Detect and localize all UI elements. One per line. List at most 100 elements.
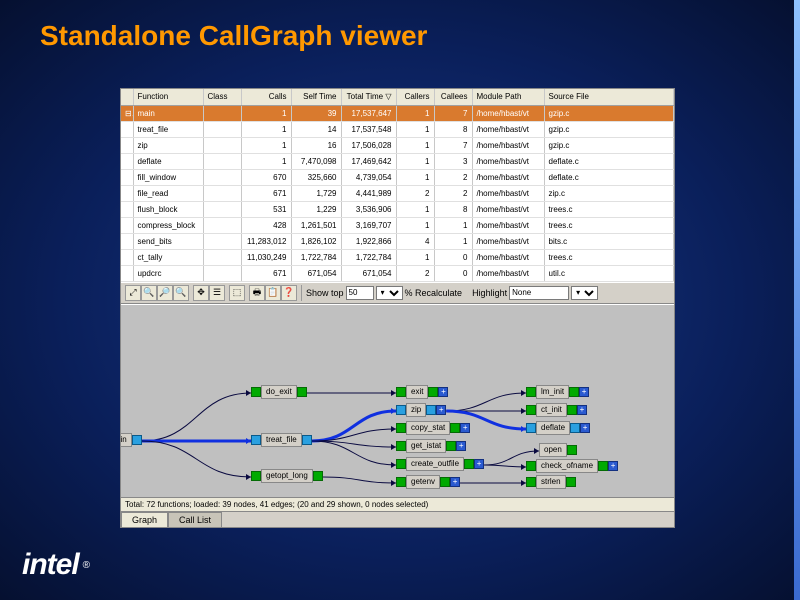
col-header[interactable]: Callers	[396, 89, 434, 105]
node-port-icon	[440, 477, 450, 487]
col-header[interactable]: Total Time ▽	[341, 89, 396, 105]
show-top-unit[interactable]: ▾	[376, 286, 403, 300]
expand-icon[interactable]: +	[456, 441, 466, 451]
expand-icon[interactable]: +	[608, 461, 618, 471]
toolbar-button[interactable]: ☰	[209, 285, 225, 301]
node-label: lm_init	[536, 385, 569, 399]
cell: 4	[396, 233, 434, 249]
node-label: zip	[406, 403, 426, 417]
table-row[interactable]: send_bits11,283,0121,826,1021,922,86641/…	[121, 233, 674, 249]
toolbar-button[interactable]: 🔎	[157, 285, 173, 301]
cell: 1	[241, 153, 291, 169]
node-label: copy_stat	[406, 421, 450, 435]
graph-node-check_ofname[interactable]: check_ofname +	[526, 459, 618, 473]
tab-graph[interactable]: Graph	[121, 512, 168, 527]
cell: 1,229	[291, 201, 341, 217]
node-port-icon	[450, 423, 460, 433]
col-header[interactable]: Self Time	[291, 89, 341, 105]
cell: trees.c	[544, 217, 674, 233]
table-row[interactable]: updcrc671671,054671,05420/home/hbast/vtu…	[121, 265, 674, 281]
toolbar-button[interactable]: 📋	[265, 285, 281, 301]
cell: 670	[241, 169, 291, 185]
graph-node-treat_file[interactable]: treat_file	[251, 433, 312, 447]
cell: 3	[434, 153, 472, 169]
node-port-icon	[526, 387, 536, 397]
table-row[interactable]: deflate17,470,09817,469,64213/home/hbast…	[121, 153, 674, 169]
col-header[interactable]: Callees	[434, 89, 472, 105]
cell: deflate.c	[544, 169, 674, 185]
table-row[interactable]: fill_window670325,6604,739,05412/home/hb…	[121, 169, 674, 185]
table-row[interactable]: flush_block5311,2293,536,90618/home/hbas…	[121, 201, 674, 217]
graph-node-zip[interactable]: zip +	[396, 403, 446, 417]
expand-icon[interactable]: +	[577, 405, 587, 415]
table-row[interactable]: ct_tally11,030,2491,722,7841,722,78410/h…	[121, 249, 674, 265]
graph-node-do_exit[interactable]: do_exit	[251, 385, 307, 399]
highlight-input[interactable]	[509, 286, 569, 300]
node-port-icon	[598, 461, 608, 471]
node-port-icon	[251, 435, 261, 445]
graph-node-deflate[interactable]: deflate+	[526, 421, 590, 435]
graph-node-copy_stat[interactable]: copy_stat +	[396, 421, 470, 435]
table-row[interactable]: zip11617,506,02817/home/hbast/vtgzip.c	[121, 137, 674, 153]
toolbar-button[interactable]: 🔍	[141, 285, 157, 301]
cell: 1	[396, 249, 434, 265]
expand-icon[interactable]: +	[450, 477, 460, 487]
expand-icon[interactable]: +	[579, 387, 589, 397]
col-header[interactable]: Calls	[241, 89, 291, 105]
status-bar: Total: 72 functions; loaded: 39 nodes, 4…	[121, 497, 674, 511]
table-row[interactable]: treat_file11417,537,54818/home/hbast/vtg…	[121, 121, 674, 137]
graph-node-get_istat[interactable]: get_istat+	[396, 439, 466, 453]
expand-icon[interactable]: +	[438, 387, 448, 397]
graph-node-strlen[interactable]: strlen	[526, 475, 576, 489]
callgraph-canvas[interactable]: ain do_exit treat_file getopt_long exit+ zip +…	[121, 304, 674, 497]
col-header[interactable]: Class	[203, 89, 241, 105]
toolbar-button[interactable]: ⬚	[229, 285, 245, 301]
expand-icon[interactable]: +	[436, 405, 446, 415]
cell	[121, 265, 133, 281]
col-header[interactable]	[121, 89, 133, 105]
cell	[203, 217, 241, 233]
cell: 1	[396, 121, 434, 137]
graph-node-create_outfile[interactable]: create_outfile+	[396, 457, 484, 471]
graph-node-exit[interactable]: exit+	[396, 385, 448, 399]
cell: /home/hbast/vt	[472, 201, 544, 217]
expand-icon[interactable]: +	[474, 459, 484, 469]
graph-node-getopt_long[interactable]: getopt_long	[251, 469, 323, 483]
cell: 1	[434, 217, 472, 233]
cell: 3,169,707	[341, 217, 396, 233]
cell: /home/hbast/vt	[472, 233, 544, 249]
expand-icon[interactable]: +	[460, 423, 470, 433]
cell: 7,470,098	[291, 153, 341, 169]
col-header[interactable]: Source File	[544, 89, 674, 105]
node-label: check_ofname	[536, 459, 598, 473]
col-header[interactable]: Function	[133, 89, 203, 105]
toolbar-button[interactable]: ⤢	[125, 285, 141, 301]
node-port-icon	[567, 445, 577, 455]
tab-call-list[interactable]: Call List	[168, 512, 222, 527]
cell	[203, 137, 241, 153]
cell	[203, 105, 241, 121]
toolbar-button[interactable]: 🔍	[173, 285, 189, 301]
function-table: FunctionClassCallsSelf TimeTotal Time ▽C…	[121, 89, 674, 282]
col-header[interactable]: Module Path	[472, 89, 544, 105]
graph-node-open[interactable]: open	[539, 443, 577, 457]
toolbar-button[interactable]: 🖶	[249, 285, 265, 301]
graph-node-main[interactable]: ain	[121, 433, 142, 447]
node-label: ct_init	[536, 403, 567, 417]
slide-accent	[794, 0, 800, 600]
cell: 17,537,647	[341, 105, 396, 121]
table-row[interactable]: ⊟main13917,537,64717/home/hbast/vtgzip.c	[121, 105, 674, 121]
cell	[121, 153, 133, 169]
table-row[interactable]: file_read6711,7294,441,98922/home/hbast/…	[121, 185, 674, 201]
cell: 1	[434, 233, 472, 249]
graph-node-getenv[interactable]: getenv+	[396, 475, 460, 489]
show-top-input[interactable]	[346, 286, 374, 300]
expand-icon[interactable]: +	[580, 423, 590, 433]
toolbar-button[interactable]: ✥	[193, 285, 209, 301]
graph-node-lm_init[interactable]: lm_init +	[526, 385, 589, 399]
highlight-dropdown[interactable]: ▾	[571, 286, 598, 300]
toolbar-button[interactable]: ❓	[281, 285, 297, 301]
graph-tabs: Graph Call List	[121, 511, 674, 527]
table-row[interactable]: compress_block4281,261,5013,169,70711/ho…	[121, 217, 674, 233]
graph-node-ct_init[interactable]: ct_init +	[526, 403, 587, 417]
